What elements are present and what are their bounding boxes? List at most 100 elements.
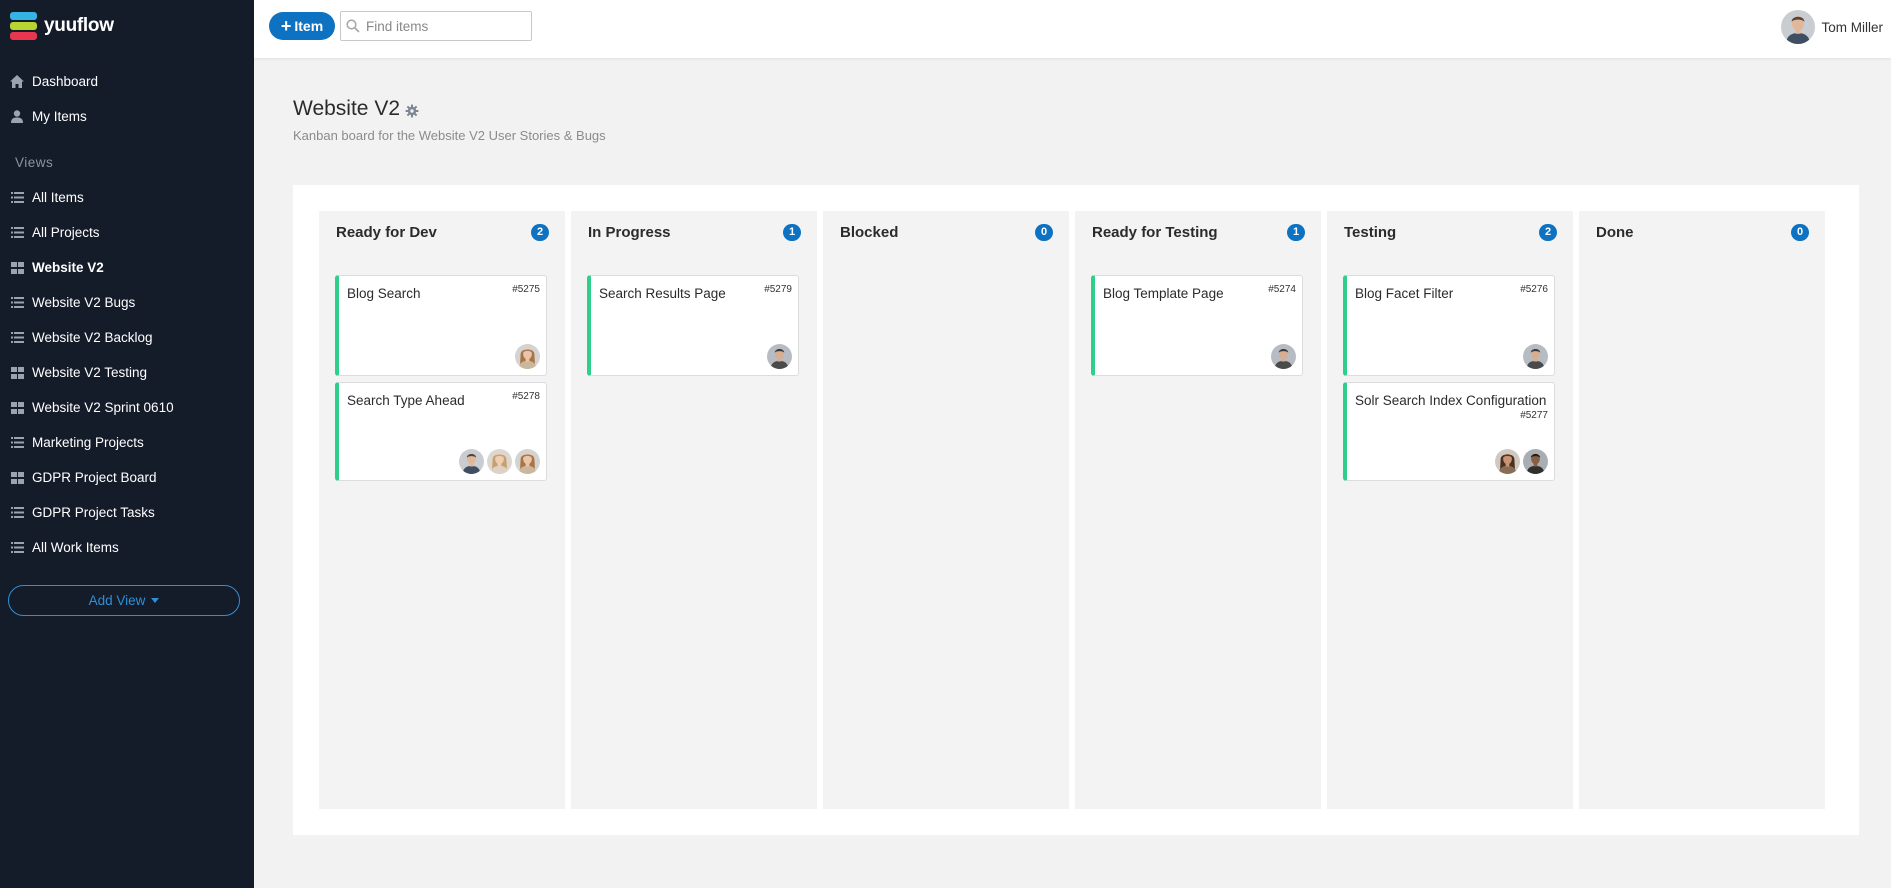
count-badge: 1 bbox=[783, 223, 801, 241]
kanban-card[interactable]: Blog Template Page #5274 bbox=[1091, 275, 1303, 376]
add-view-button[interactable]: Add View bbox=[8, 585, 240, 616]
avatar[interactable] bbox=[459, 449, 484, 474]
sidebar-item-marketing-projects[interactable]: Marketing Projects bbox=[0, 425, 254, 460]
nav-item-label: Website V2 Bugs bbox=[32, 295, 136, 310]
list-icon bbox=[10, 506, 24, 520]
primary-nav: Dashboard My Items bbox=[0, 64, 254, 134]
column-title: Done bbox=[1596, 223, 1634, 241]
sidebar-item-website-v2-testing[interactable]: Website V2 Testing bbox=[0, 355, 254, 390]
card-id: #5277 bbox=[1520, 410, 1548, 421]
add-item-label: Item bbox=[294, 18, 324, 34]
avatar[interactable] bbox=[1523, 344, 1548, 369]
avatar[interactable] bbox=[487, 449, 512, 474]
card-title: Blog Facet Filter bbox=[1355, 286, 1454, 301]
search-input[interactable] bbox=[366, 18, 526, 34]
grid-icon bbox=[10, 366, 24, 380]
sidebar-item-website-v2-sprint-0610[interactable]: Website V2 Sprint 0610 bbox=[0, 390, 254, 425]
column-title: Ready for Testing bbox=[1092, 223, 1218, 241]
kanban-card[interactable]: Search Results Page #5279 bbox=[587, 275, 799, 376]
sidebar: yuuflow Dashboard My Items Views All Ite… bbox=[0, 0, 254, 888]
column-title: Blocked bbox=[840, 223, 899, 241]
kanban-card[interactable]: Blog Search #5275 bbox=[335, 275, 547, 376]
sidebar-item-all-items[interactable]: All Items bbox=[0, 180, 254, 215]
card-assignees bbox=[456, 449, 540, 474]
count-badge: 0 bbox=[1035, 223, 1053, 241]
add-view-label: Add View bbox=[88, 593, 146, 608]
sidebar-item-website-v2-bugs[interactable]: Website V2 Bugs bbox=[0, 285, 254, 320]
card-assignees bbox=[1492, 449, 1548, 474]
kanban-board: Ready for Dev 2 Blog Search #5275 Search Typ… bbox=[293, 185, 1859, 835]
sidebar-item-all-work-items[interactable]: All Work Items bbox=[0, 530, 254, 565]
column-testing: Testing 2 Blog Facet Filter #5276 Solr Searc… bbox=[1327, 211, 1573, 809]
card-assignees bbox=[1520, 344, 1548, 369]
avatar[interactable] bbox=[767, 344, 792, 369]
nav-item-my-items[interactable]: My Items bbox=[0, 99, 254, 134]
column-ready-for-testing: Ready for Testing 1 Blog Template Page #527… bbox=[1075, 211, 1321, 809]
views-heading: Views bbox=[15, 155, 54, 170]
user-icon bbox=[10, 110, 24, 124]
logo-icon bbox=[10, 12, 37, 40]
count-badge: 2 bbox=[1539, 223, 1557, 241]
column-title: Testing bbox=[1344, 223, 1397, 241]
sidebar-item-website-v2-backlog[interactable]: Website V2 Backlog bbox=[0, 320, 254, 355]
list-icon bbox=[10, 296, 24, 310]
card-id: #5274 bbox=[1268, 284, 1296, 295]
list-icon bbox=[10, 191, 24, 205]
count-badge: 1 bbox=[1287, 223, 1305, 241]
page-header: Website V2 bbox=[293, 97, 419, 121]
sidebar-item-gdpr-project-tasks[interactable]: GDPR Project Tasks bbox=[0, 495, 254, 530]
sidebar-item-gdpr-project-board[interactable]: GDPR Project Board bbox=[0, 460, 254, 495]
views-nav: All Items All Projects Website V2 Website V… bbox=[0, 180, 254, 565]
sidebar-item-website-v2[interactable]: Website V2 bbox=[0, 250, 254, 285]
nav-item-label: All Work Items bbox=[32, 540, 119, 555]
caret-down-icon bbox=[151, 598, 160, 603]
add-item-button[interactable]: + Item bbox=[269, 12, 335, 40]
avatar[interactable] bbox=[1271, 344, 1296, 369]
nav-item-label: All Items bbox=[32, 190, 84, 205]
page-title: Website V2 bbox=[293, 97, 400, 120]
home-icon bbox=[10, 75, 24, 89]
column-header: Done 0 bbox=[1596, 222, 1809, 242]
gear-icon[interactable] bbox=[405, 104, 419, 118]
avatar[interactable] bbox=[1495, 449, 1520, 474]
nav-item-label: All Projects bbox=[32, 225, 100, 240]
nav-item-label: Website V2 Backlog bbox=[32, 330, 153, 345]
top-bar: + Item Tom Miller bbox=[254, 0, 1891, 58]
column-header: Ready for Dev 2 bbox=[336, 222, 549, 242]
nav-item-label: GDPR Project Board bbox=[32, 470, 157, 485]
search-box[interactable] bbox=[340, 11, 532, 41]
column-ready-for-dev: Ready for Dev 2 Blog Search #5275 Search Typ… bbox=[319, 211, 565, 809]
nav-item-label: GDPR Project Tasks bbox=[32, 505, 155, 520]
plus-icon: + bbox=[280, 16, 292, 36]
avatar[interactable] bbox=[1523, 449, 1548, 474]
avatar[interactable] bbox=[515, 449, 540, 474]
list-icon bbox=[10, 436, 24, 450]
column-title: Ready for Dev bbox=[336, 223, 437, 241]
app-name: yuuflow bbox=[44, 15, 114, 36]
card-assignees bbox=[512, 344, 540, 369]
list-icon bbox=[10, 331, 24, 345]
sidebar-item-all-projects[interactable]: All Projects bbox=[0, 215, 254, 250]
list-icon bbox=[10, 541, 24, 555]
nav-item-label: My Items bbox=[32, 109, 87, 124]
grid-icon bbox=[10, 401, 24, 415]
grid-icon bbox=[10, 471, 24, 485]
kanban-card[interactable]: Solr Search Index Configuration #5277 bbox=[1343, 382, 1555, 481]
card-title: Search Results Page bbox=[599, 286, 726, 301]
user-menu[interactable]: Tom Miller bbox=[1781, 10, 1883, 44]
card-assignees bbox=[764, 344, 792, 369]
column-done: Done 0 bbox=[1579, 211, 1825, 809]
card-title: Blog Search bbox=[347, 286, 421, 301]
kanban-card[interactable]: Search Type Ahead #5278 bbox=[335, 382, 547, 481]
card-assignees bbox=[1268, 344, 1296, 369]
app-logo[interactable]: yuuflow bbox=[10, 12, 114, 40]
user-name: Tom Miller bbox=[1821, 19, 1883, 35]
count-badge: 2 bbox=[531, 223, 549, 241]
nav-item-dashboard[interactable]: Dashboard bbox=[0, 64, 254, 99]
kanban-card[interactable]: Blog Facet Filter #5276 bbox=[1343, 275, 1555, 376]
column-header: Testing 2 bbox=[1344, 222, 1557, 242]
nav-item-label: Dashboard bbox=[32, 74, 99, 89]
nav-item-label: Website V2 bbox=[32, 260, 104, 275]
avatar[interactable] bbox=[515, 344, 540, 369]
grid-icon bbox=[10, 261, 24, 275]
